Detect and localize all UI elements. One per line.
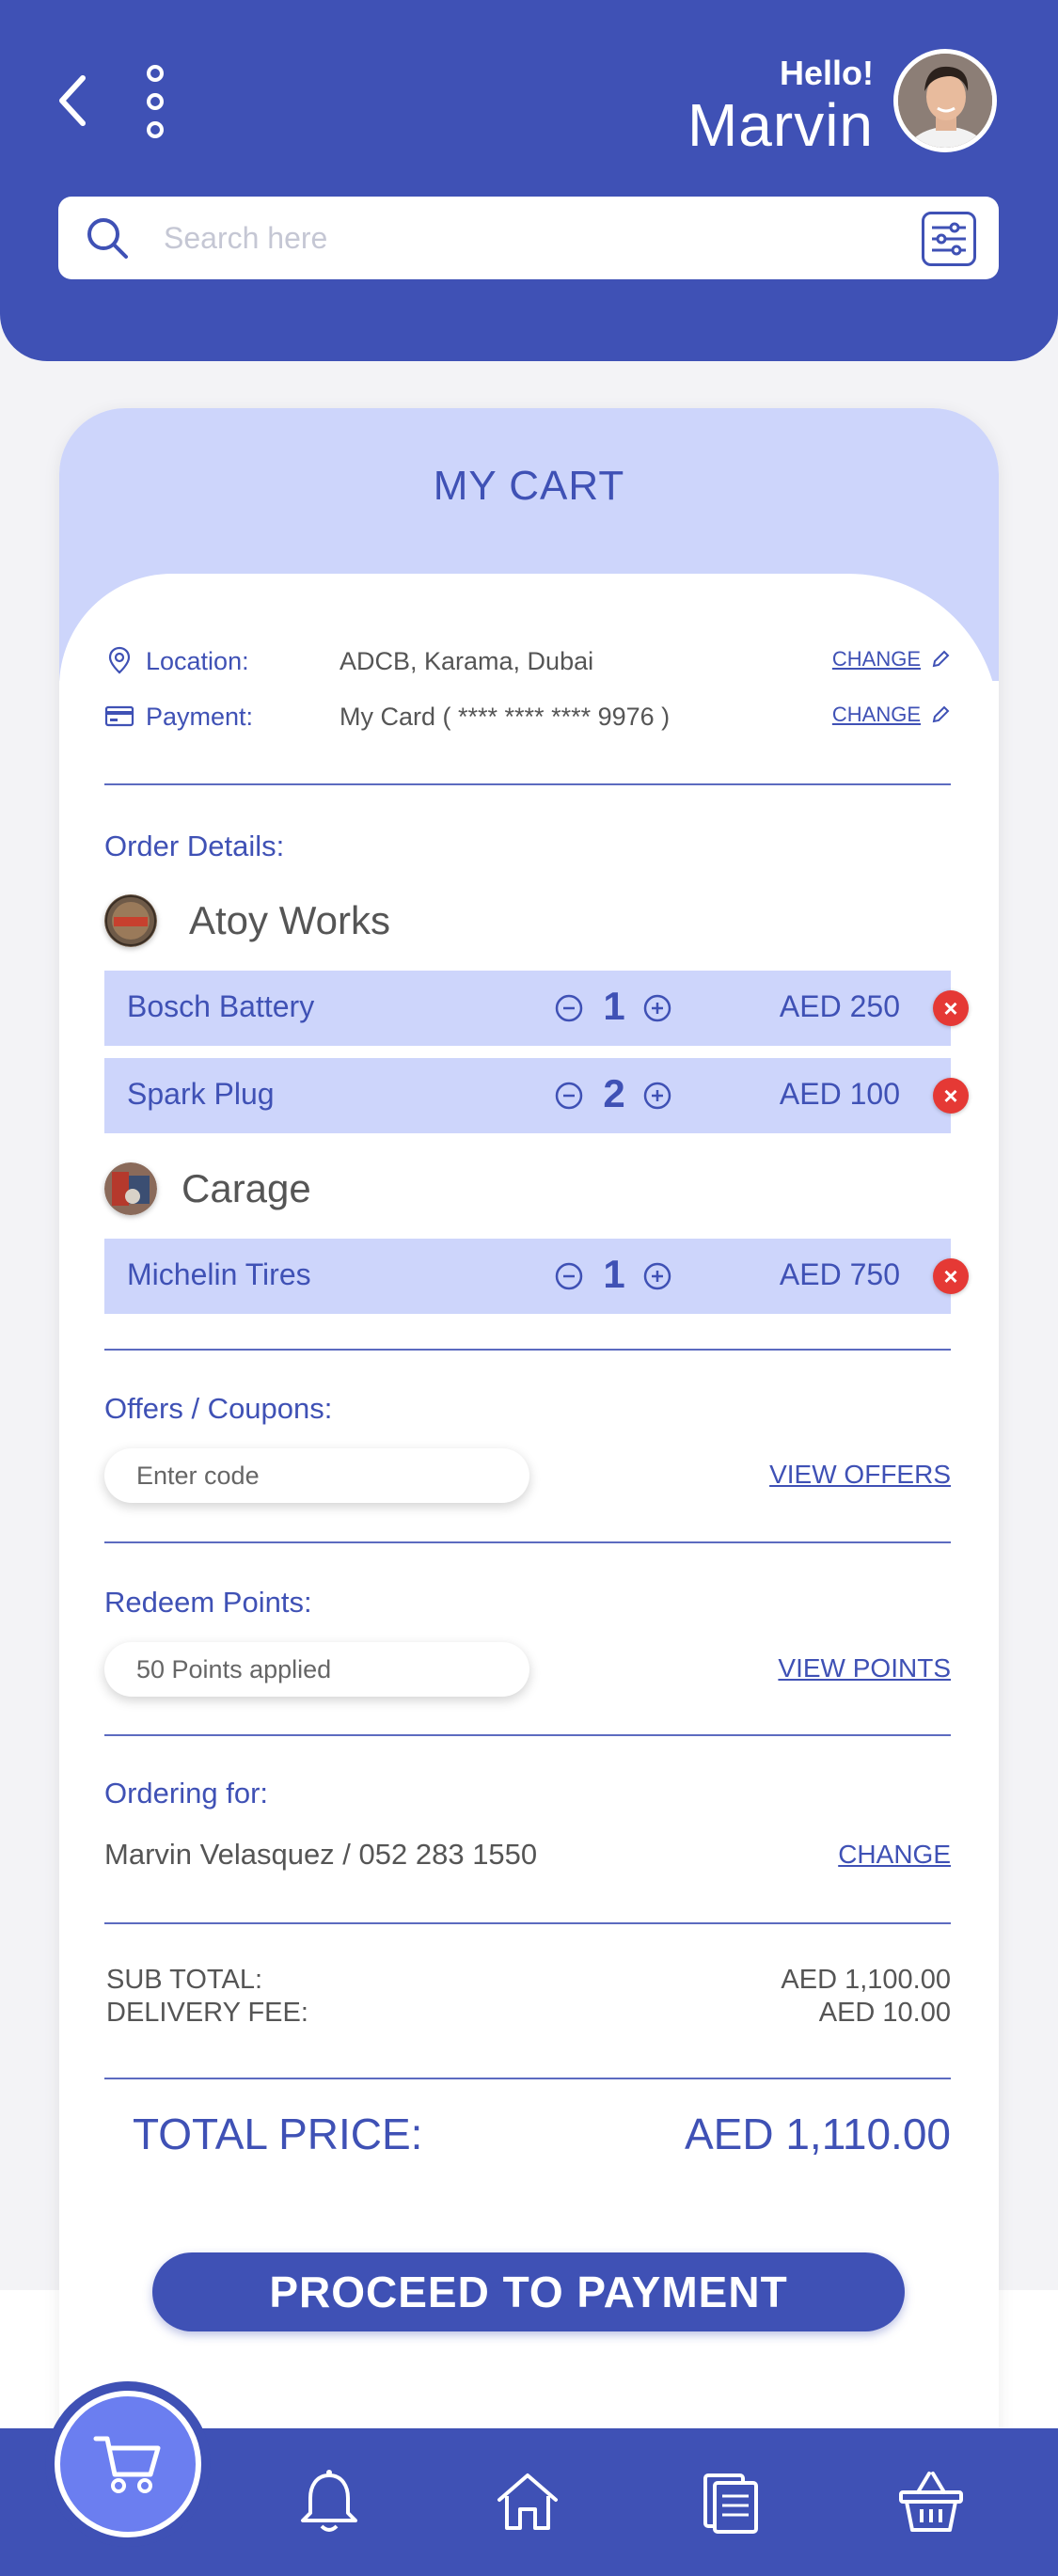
- search-icon: [87, 218, 128, 259]
- pencil-icon: [932, 705, 950, 723]
- divider: [104, 1541, 951, 1543]
- proceed-to-payment-button[interactable]: PROCEED TO PAYMENT: [152, 2252, 905, 2331]
- decrease-quantity-button[interactable]: [554, 993, 584, 1023]
- more-vertical-icon: [147, 65, 164, 138]
- item-quantity: 2: [603, 1071, 625, 1115]
- divider: [104, 783, 951, 785]
- redeem-points-label: Redeem Points:: [104, 1586, 312, 1619]
- coupon-code-input[interactable]: [104, 1448, 529, 1503]
- remove-item-button[interactable]: ×: [933, 1258, 969, 1294]
- payment-change-link[interactable]: CHANGE: [832, 703, 951, 727]
- shop-name: Carage: [182, 1166, 311, 1210]
- subtotal-label: SUB TOTAL:: [106, 1965, 262, 1995]
- garage-logo-image: [104, 894, 157, 947]
- remove-item-button[interactable]: ×: [933, 990, 969, 1026]
- chevron-left-icon: [59, 75, 86, 126]
- increase-quantity-button[interactable]: [642, 1261, 672, 1291]
- divider: [104, 1734, 951, 1736]
- order-details-label: Order Details:: [104, 830, 285, 862]
- more-options-button[interactable]: [141, 64, 169, 139]
- redeem-points-field[interactable]: 50 Points applied: [104, 1642, 529, 1697]
- total-price-label: TOTAL PRICE:: [133, 2110, 423, 2158]
- cart-item: Michelin Tires 1 AED 750: [104, 1239, 951, 1314]
- subtotal-value: AED 1,100.00: [781, 1965, 951, 1995]
- sliders-icon: [932, 222, 966, 256]
- item-quantity: 1: [603, 984, 625, 1028]
- item-name: Spark Plug: [127, 1077, 275, 1111]
- cart-card: MY CART Location: ADCB, Karama, Dubai CH…: [59, 408, 999, 2534]
- payment-change-label: CHANGE: [831, 703, 921, 726]
- increase-quantity-button[interactable]: [642, 993, 672, 1023]
- ordering-for-value: Marvin Velasquez / 052 283 1550: [104, 1838, 538, 1871]
- back-button[interactable]: [49, 68, 96, 134]
- cart-nav-button[interactable]: [55, 2391, 201, 2537]
- cart-fab-ring: [45, 2381, 211, 2547]
- garage-logo-image: [104, 1162, 157, 1215]
- cart-item: Bosch Battery 1 AED 250: [104, 971, 951, 1046]
- home-icon[interactable]: [492, 2466, 563, 2537]
- payment-row: Payment: My Card ( **** **** **** 9976 )…: [104, 699, 951, 736]
- shop-name: Atoy Works: [189, 898, 390, 942]
- cart-icon: [93, 2436, 161, 2493]
- location-change-label: CHANGE: [831, 647, 921, 671]
- remove-item-button[interactable]: ×: [933, 1078, 969, 1114]
- total-price-value: AED 1,110.00: [684, 2110, 951, 2158]
- increase-quantity-button[interactable]: [642, 1081, 672, 1111]
- basket-icon[interactable]: [895, 2466, 967, 2537]
- greeting: Hello! Marvin: [687, 54, 874, 159]
- pencil-icon: [932, 650, 950, 668]
- documents-icon[interactable]: [696, 2466, 767, 2537]
- divider: [104, 2078, 951, 2079]
- location-change-link[interactable]: CHANGE: [832, 647, 951, 672]
- location-label: Location:: [146, 647, 249, 675]
- search-bar: [58, 197, 999, 279]
- avatar[interactable]: [893, 49, 997, 152]
- greeting-hello: Hello!: [779, 54, 874, 92]
- item-quantity: 1: [603, 1252, 625, 1296]
- ordering-for-label: Ordering for:: [104, 1777, 269, 1810]
- shop-header: Atoy Works: [104, 893, 390, 949]
- header: Hello! Marvin: [0, 0, 1058, 361]
- location-row: Location: ADCB, Karama, Dubai CHANGE: [104, 643, 951, 681]
- delivery-fee-value: AED 10.00: [818, 1998, 951, 2028]
- decrease-quantity-button[interactable]: [554, 1081, 584, 1111]
- user-photo: [898, 54, 992, 148]
- payment-value: My Card ( **** **** **** 9976 ): [340, 703, 671, 731]
- offers-label: Offers / Coupons:: [104, 1392, 333, 1425]
- location-value: ADCB, Karama, Dubai: [340, 647, 594, 675]
- delivery-fee-label: DELIVERY FEE:: [106, 1998, 308, 2028]
- item-name: Bosch Battery: [127, 989, 315, 1023]
- ordering-change-link[interactable]: CHANGE: [838, 1840, 951, 1870]
- shop-logo: [104, 1162, 157, 1215]
- filter-button[interactable]: [922, 212, 976, 266]
- credit-card-icon: [104, 705, 134, 727]
- delivery-fee-row: DELIVERY FEE: AED 10.00: [106, 1998, 951, 2029]
- divider: [104, 1922, 951, 1924]
- search-input[interactable]: [164, 210, 916, 266]
- user-name: Marvin: [687, 91, 874, 159]
- subtotal-row: SUB TOTAL: AED 1,100.00: [106, 1965, 951, 1996]
- payment-label: Payment:: [146, 703, 254, 731]
- shop-logo: [104, 894, 157, 947]
- item-name: Michelin Tires: [127, 1257, 311, 1291]
- bell-icon[interactable]: [293, 2466, 365, 2537]
- view-offers-link[interactable]: VIEW OFFERS: [769, 1460, 951, 1490]
- cart-title: MY CART: [433, 463, 625, 509]
- shop-header: Carage: [104, 1161, 311, 1217]
- view-points-link[interactable]: VIEW POINTS: [778, 1653, 951, 1683]
- cart-item: Spark Plug 2 AED 100: [104, 1058, 951, 1133]
- decrease-quantity-button[interactable]: [554, 1261, 584, 1291]
- item-price: AED 100: [779, 1077, 900, 1111]
- item-price: AED 250: [779, 989, 900, 1023]
- location-pin-icon: [108, 646, 131, 674]
- item-price: AED 750: [779, 1257, 900, 1291]
- divider: [104, 1349, 951, 1351]
- total-price-row: TOTAL PRICE: AED 1,110.00: [133, 2109, 951, 2159]
